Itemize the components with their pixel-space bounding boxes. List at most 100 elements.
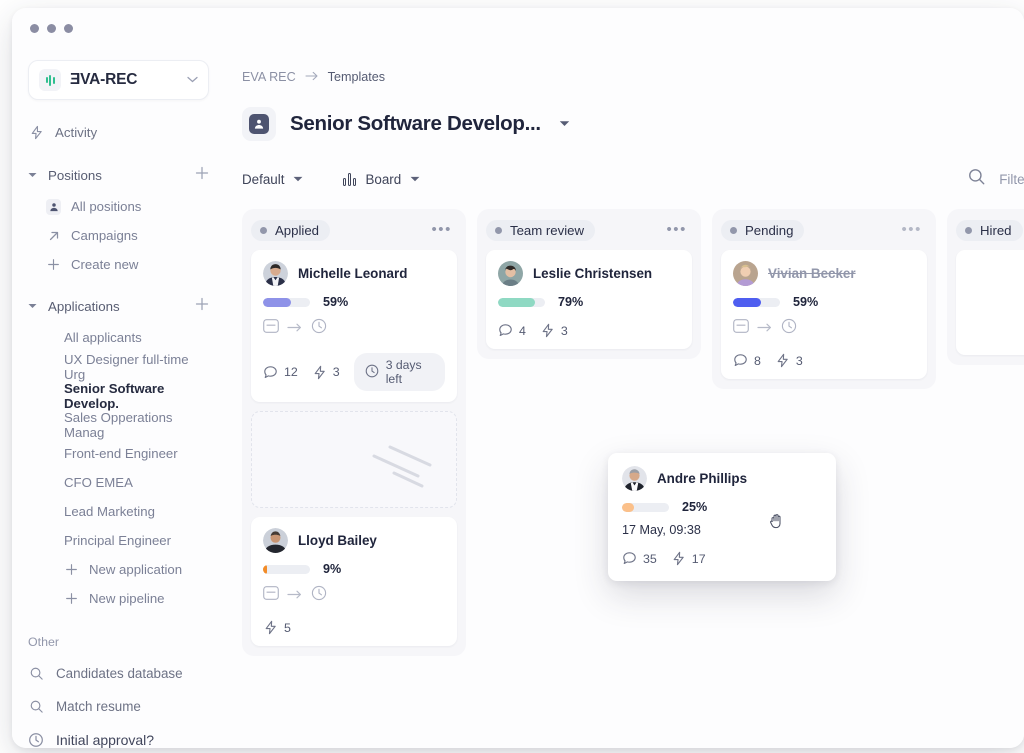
- plus-icon[interactable]: [195, 166, 209, 184]
- comments-meta[interactable]: 8: [733, 353, 761, 368]
- more-horizontal-icon[interactable]: •••: [666, 222, 692, 237]
- match-percent: 59%: [793, 295, 819, 309]
- chevron-down-icon[interactable]: [187, 75, 198, 86]
- clock-icon: [28, 732, 44, 748]
- sidebar-item-match-resume[interactable]: Match resume: [12, 690, 225, 723]
- candidate-card[interactable]: [956, 250, 1024, 355]
- sidebar-item-front-end-engineer[interactable]: Front-end Engineer: [12, 439, 225, 468]
- sidebar-item-lead-marketing[interactable]: Lead Marketing: [12, 497, 225, 526]
- avatar: [622, 466, 647, 491]
- comments-count: 35: [643, 551, 657, 566]
- breadcrumb-current[interactable]: Templates: [328, 70, 385, 84]
- grab-hand-cursor-icon: [768, 511, 786, 529]
- lightning-icon: [312, 365, 327, 380]
- sidebar-item-create-new-position[interactable]: Create new: [12, 250, 225, 279]
- sidebar-item-label: Front-end Engineer: [64, 446, 178, 461]
- kanban-board: Applied ••• Michelle Leonard 59% 12 3 3 …: [242, 209, 1024, 656]
- arrow-right-icon: [305, 70, 319, 84]
- more-horizontal-icon[interactable]: •••: [431, 222, 457, 237]
- actions-meta[interactable]: 17: [671, 551, 706, 566]
- sidebar-item-ux-designer[interactable]: UX Designer full-time Urg: [12, 352, 225, 382]
- stage-indicator: [263, 585, 445, 606]
- board-column-pending: Pending ••• Vivian Becker 59% 8 3: [712, 209, 936, 389]
- search-icon[interactable]: [967, 167, 986, 191]
- sidebar-item-label: New pipeline: [89, 591, 165, 606]
- sidebar-item-sales-operations-manager[interactable]: Sales Opperations Manag: [12, 410, 225, 440]
- actions-meta[interactable]: 5: [263, 620, 291, 635]
- comments-meta[interactable]: 35: [622, 551, 657, 566]
- sidebar-item-label: CFO EMEA: [64, 475, 133, 490]
- sidebar-item-new-pipeline[interactable]: New pipeline: [12, 584, 225, 613]
- sidebar-item-senior-software-developer[interactable]: Senior Software Develop.: [12, 381, 225, 411]
- sidebar-item-principal-engineer[interactable]: Principal Engineer: [12, 526, 225, 555]
- workspace-switcher[interactable]: ƎVA-REC: [28, 60, 209, 100]
- candidate-card[interactable]: Vivian Becker 59% 8 3: [721, 250, 927, 379]
- actions-meta[interactable]: 3: [540, 323, 568, 338]
- drop-placeholder: [251, 411, 457, 508]
- search-icon: [28, 666, 44, 682]
- triangle-down-icon[interactable]: [28, 302, 38, 311]
- lightning-icon: [671, 551, 686, 566]
- comment-icon: [733, 353, 748, 368]
- bars-logo-icon: [39, 69, 61, 91]
- view-preset-selector[interactable]: Default: [242, 172, 303, 187]
- column-title-pill[interactable]: Hired: [956, 219, 1023, 241]
- layout-selector[interactable]: Board: [343, 172, 420, 187]
- comments-meta[interactable]: 4: [498, 323, 526, 338]
- candidate-card[interactable]: Michelle Leonard 59% 12 3 3 days left: [251, 250, 457, 402]
- column-header: Applied •••: [251, 218, 457, 242]
- board-toolbar: Default Board Filter: [242, 166, 1024, 192]
- sidebar-item-campaigns[interactable]: Campaigns: [12, 221, 225, 250]
- comment-icon: [622, 551, 637, 566]
- actions-meta[interactable]: 3: [775, 353, 803, 368]
- candidate-card[interactable]: Lloyd Bailey 9% 5: [251, 517, 457, 646]
- sidebar-section-positions[interactable]: Positions: [12, 158, 225, 192]
- match-percent: 25%: [682, 500, 708, 514]
- column-title: Hired: [980, 222, 1012, 238]
- sidebar-item-all-applicants[interactable]: All applicants: [12, 323, 225, 352]
- plus-icon[interactable]: [195, 297, 209, 315]
- sidebar-section-label: Positions: [48, 167, 102, 183]
- lightning-icon: [28, 124, 44, 140]
- comments-meta[interactable]: 12: [263, 365, 298, 380]
- actions-meta[interactable]: 3: [312, 365, 340, 380]
- sidebar-item-candidates-database[interactable]: Candidates database: [12, 657, 225, 690]
- candidate-name: Andre Phillips: [657, 471, 748, 486]
- sidebar-item-activity[interactable]: Activity: [12, 116, 225, 148]
- triangle-down-icon[interactable]: [28, 171, 38, 180]
- actions-count: 17: [691, 551, 706, 566]
- column-title: Pending: [745, 222, 794, 238]
- person-badge-icon: [242, 107, 276, 141]
- column-title-pill[interactable]: Pending: [721, 219, 805, 241]
- sidebar-item-cfo-emea[interactable]: CFO EMEA: [12, 468, 225, 497]
- window-controls[interactable]: [30, 23, 73, 33]
- card-date: 17 May, 09:38: [622, 523, 701, 537]
- sidebar-item-new-application[interactable]: New application: [12, 555, 225, 584]
- candidate-name: Vivian Becker: [768, 266, 856, 281]
- caret-down-icon[interactable]: [559, 119, 570, 130]
- window-maximize-dot[interactable]: [64, 23, 73, 33]
- column-title-pill[interactable]: Applied: [251, 219, 330, 241]
- stage-indicator: [733, 318, 915, 339]
- clock-icon: [311, 585, 327, 606]
- sidebar: ƎVA-REC Activity Positions All positions…: [12, 48, 225, 748]
- more-horizontal-icon[interactable]: •••: [901, 222, 927, 237]
- candidate-name: Leslie Christensen: [533, 266, 653, 281]
- window-minimize-dot[interactable]: [47, 23, 56, 33]
- candidate-card[interactable]: Leslie Christensen 79% 4 3: [486, 250, 692, 349]
- plus-icon: [64, 562, 79, 577]
- status-dot-icon: [260, 226, 267, 234]
- window-close-dot[interactable]: [30, 23, 39, 33]
- actions-count: 3: [795, 353, 803, 368]
- column-title: Team review: [510, 222, 585, 238]
- dragged-candidate-card[interactable]: Andre Phillips 25% 17 May, 09:38 35 17: [608, 453, 836, 581]
- sidebar-item-all-positions[interactable]: All positions: [12, 192, 225, 221]
- sidebar-item-initial-approval[interactable]: Initial approval?: [12, 723, 225, 748]
- column-title-pill[interactable]: Team review: [486, 219, 596, 241]
- layout-label: Board: [365, 171, 402, 187]
- sidebar-section-applications[interactable]: Applications: [12, 289, 225, 323]
- match-progress-bar: [263, 297, 310, 307]
- breadcrumb-root[interactable]: EVA REC: [242, 70, 296, 84]
- filter-button[interactable]: Filter: [999, 172, 1024, 187]
- sidebar-section-label: Applications: [48, 298, 120, 314]
